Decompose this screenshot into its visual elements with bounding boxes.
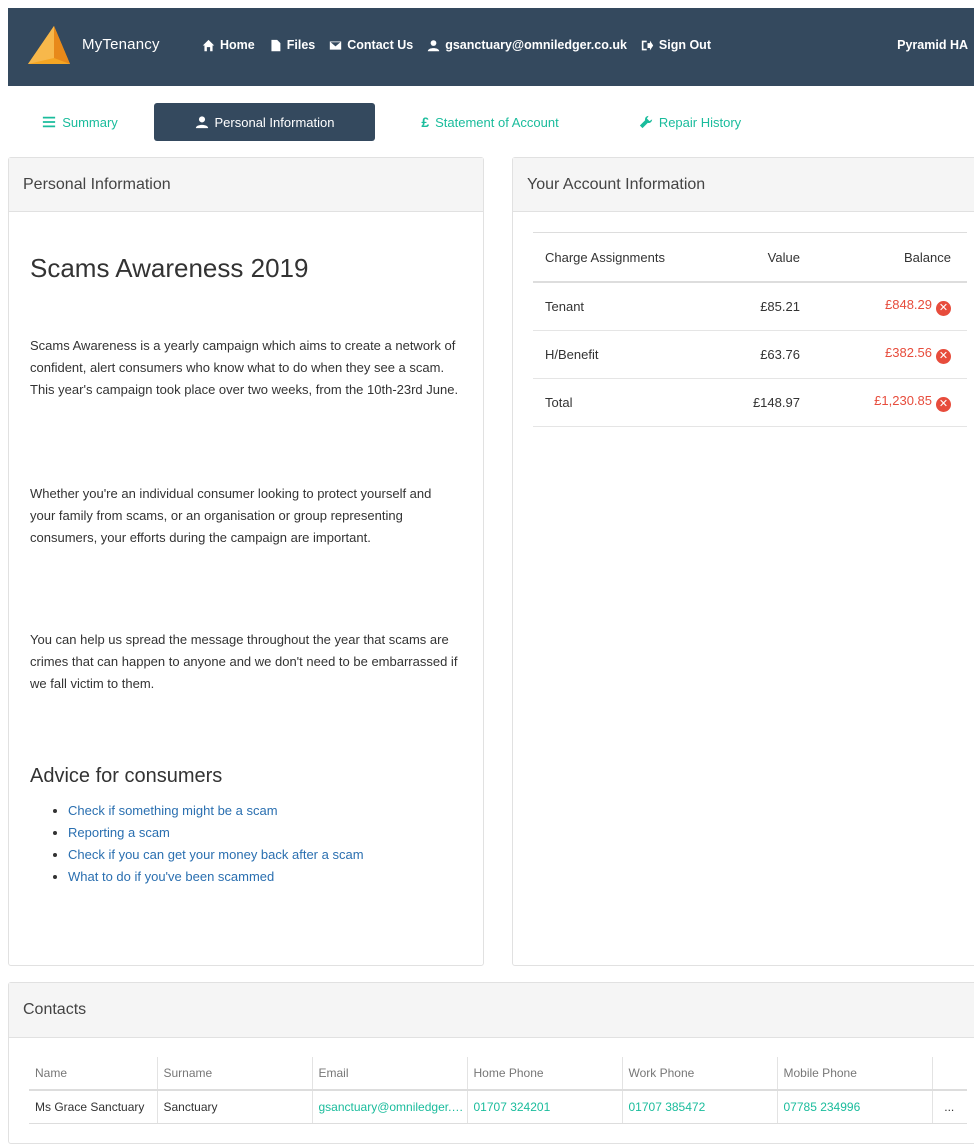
column-header[interactable]: Name xyxy=(29,1057,158,1091)
column-header[interactable]: Mobile Phone xyxy=(777,1057,933,1091)
balance-value: £382.56 xyxy=(885,345,932,360)
balance-cell: £1,230.85 ✕ xyxy=(835,378,967,427)
advice-link-been-scammed[interactable]: What to do if you've been scammed xyxy=(68,869,274,884)
contact-name: Ms Grace Sanctuary xyxy=(29,1090,158,1124)
column-header: Charge Assignments xyxy=(533,232,719,283)
tab-personal-information-label: Personal Information xyxy=(214,114,335,130)
contact-email-link[interactable]: gsanctuary@omniledger.co.uk xyxy=(312,1090,468,1124)
article-paragraph: Whether you're an individual consumer lo… xyxy=(30,486,432,545)
contact-work-phone-link[interactable]: 01707 385472 xyxy=(622,1090,778,1124)
list-icon xyxy=(43,116,56,128)
pound-icon: £ xyxy=(421,114,430,130)
panel-heading: Personal Information xyxy=(9,158,483,212)
table-row[interactable]: Ms Grace Sanctuary Sanctuary gsanctuary@… xyxy=(29,1090,967,1124)
table-row: H/Benefit £63.76 £382.56 ✕ xyxy=(533,330,967,379)
article-paragraph: You can help us spread the message throu… xyxy=(30,632,458,691)
column-header[interactable]: Work Phone xyxy=(622,1057,778,1091)
error-circle-icon: ✕ xyxy=(936,397,951,412)
advice-link-check-scam[interactable]: Check if something might be a scam xyxy=(68,803,278,818)
advice-link-reporting[interactable]: Reporting a scam xyxy=(68,825,170,840)
row-actions-button[interactable]: ... xyxy=(932,1090,967,1124)
user-icon xyxy=(195,116,208,129)
nav-signout-link[interactable]: Sign Out xyxy=(641,38,711,52)
sign-out-icon xyxy=(641,40,654,50)
balance-cell: £848.29 ✕ xyxy=(835,282,967,331)
nav-contact-link[interactable]: Contact Us xyxy=(329,38,413,52)
nav-user-email: gsanctuary@omniledger.co.uk xyxy=(445,38,627,52)
charge-value: £148.97 xyxy=(718,378,836,427)
nav-home-label: Home xyxy=(220,38,255,52)
advice-heading: Advice for consumers xyxy=(30,765,223,787)
advice-list: Check if something might be a scam Repor… xyxy=(50,800,364,888)
article-paragraph: Scams Awareness is a yearly campaign whi… xyxy=(30,338,459,397)
column-header[interactable]: Surname xyxy=(157,1057,313,1091)
balance-value: £1,230.85 xyxy=(874,393,932,408)
column-header[interactable]: Email xyxy=(312,1057,468,1091)
tab-repair-history-label: Repair History xyxy=(658,114,742,130)
top-navbar: MyTenancy Home Files Contact Us gsanctua… xyxy=(8,8,974,86)
contact-home-phone-link[interactable]: 01707 324201 xyxy=(467,1090,623,1124)
file-icon xyxy=(271,39,281,51)
list-item: What to do if you've been scammed xyxy=(68,866,364,888)
charge-assignment: Total xyxy=(533,378,719,427)
tab-statement-of-account[interactable]: £ Statement of Account xyxy=(400,103,580,141)
contact-mobile-phone-link[interactable]: 07785 234996 xyxy=(777,1090,933,1124)
table-header-row: Name Surname Email Home Phone Work Phone… xyxy=(29,1057,967,1091)
home-icon xyxy=(202,39,215,51)
charge-assignment: Tenant xyxy=(533,282,719,331)
user-icon xyxy=(428,39,440,51)
charge-value: £85.21 xyxy=(718,282,836,331)
tab-statement-label: Statement of Account xyxy=(435,114,559,130)
list-item: Check if something might be a scam xyxy=(68,800,364,822)
panel-heading: Your Account Information xyxy=(513,158,974,212)
nav-user-link[interactable]: gsanctuary@omniledger.co.uk xyxy=(427,38,627,52)
column-header: Value xyxy=(718,232,836,283)
advice-link-money-back[interactable]: Check if you can get your money back aft… xyxy=(68,847,364,862)
brand-name[interactable]: MyTenancy xyxy=(82,36,160,53)
column-header[interactable]: Home Phone xyxy=(467,1057,623,1091)
table-row: Total £148.97 £1,230.85 ✕ xyxy=(533,378,967,427)
list-item: Reporting a scam xyxy=(68,822,364,844)
tab-personal-information[interactable]: Personal Information xyxy=(154,103,375,141)
nav-files-label: Files xyxy=(286,38,316,52)
nav-links: Home Files Contact Us gsanctuary@omniled… xyxy=(202,38,711,52)
tab-repair-history[interactable]: Repair History xyxy=(620,103,760,141)
error-circle-icon: ✕ xyxy=(936,349,951,364)
panel-heading: Contacts xyxy=(9,983,974,1038)
tab-summary[interactable]: Summary xyxy=(28,103,132,141)
envelope-icon xyxy=(330,40,342,50)
nav-contact-label: Contact Us xyxy=(347,38,414,52)
nav-files-link[interactable]: Files xyxy=(269,38,316,52)
table-row: Tenant £85.21 £848.29 ✕ xyxy=(533,282,967,331)
account-table: Charge Assignments Value Balance Tenant … xyxy=(533,232,967,427)
tab-summary-label: Summary xyxy=(62,114,118,130)
organisation-name: Pyramid HA xyxy=(897,38,968,52)
charge-value: £63.76 xyxy=(718,330,836,379)
list-item: Check if you can get your money back aft… xyxy=(68,844,364,866)
table-header-row: Charge Assignments Value Balance xyxy=(533,232,967,283)
column-header xyxy=(932,1057,967,1091)
nav-signout-label: Sign Out xyxy=(658,38,711,52)
balance-value: £848.29 xyxy=(885,297,932,312)
pyramid-logo-icon[interactable] xyxy=(26,24,72,70)
error-circle-icon: ✕ xyxy=(936,301,951,316)
balance-cell: £382.56 ✕ xyxy=(835,330,967,379)
contacts-table: Name Surname Email Home Phone Work Phone… xyxy=(29,1057,967,1124)
contact-surname: Sanctuary xyxy=(157,1090,313,1124)
nav-home-link[interactable]: Home xyxy=(202,38,255,52)
column-header: Balance xyxy=(835,232,967,283)
charge-assignment: H/Benefit xyxy=(533,330,719,379)
article-title: Scams Awareness 2019 xyxy=(30,253,309,283)
wrench-icon xyxy=(639,115,652,129)
